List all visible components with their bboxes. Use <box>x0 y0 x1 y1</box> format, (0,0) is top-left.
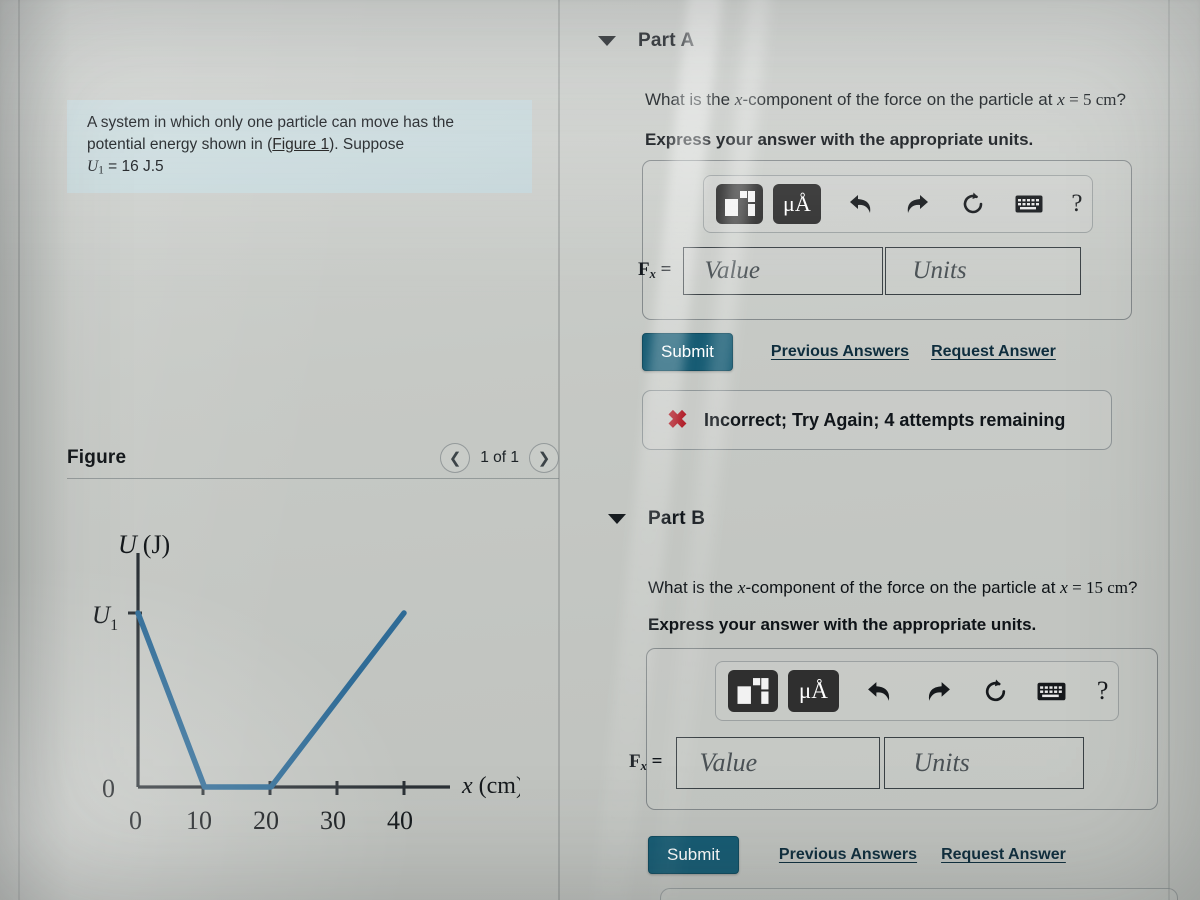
part-b-instruction: Express your answer with the appropriate… <box>648 615 1037 634</box>
part-a-submit-row: Submit Previous Answers Request Answer <box>642 333 1056 371</box>
help-icon-label: ? <box>1096 676 1109 705</box>
part-a-answer-label: Fx = <box>638 259 672 282</box>
template-matrix-icon[interactable] <box>716 184 764 224</box>
left-panel: A system in which only one particle can … <box>20 0 559 900</box>
chevron-left-icon[interactable]: ❮ <box>440 443 471 473</box>
chevron-right-icon[interactable]: ❯ <box>529 443 559 473</box>
y-tick-label-zero: 0 <box>102 774 115 803</box>
problem-u1-symbol: U1 <box>87 158 104 177</box>
part-b-label: Part B <box>648 508 706 529</box>
x-tick-label-20: 20 <box>253 806 279 835</box>
series-line-potential-energy <box>135 610 407 790</box>
part-a-question: What is the x-component of the force on … <box>645 90 1126 109</box>
figure-divider <box>67 478 559 480</box>
problem-line-1: A system in which only one particle can … <box>87 114 455 131</box>
part-a-submit-button[interactable]: Submit <box>642 333 733 371</box>
part-b-value-input[interactable]: Value <box>676 737 881 789</box>
figure-counter: 1 of 1 <box>480 449 519 466</box>
units-micro-angstrom-icon[interactable]: μÅ <box>773 184 821 224</box>
figure-1-link[interactable]: Figure 1 <box>272 136 329 153</box>
units-micro-angstrom-label: μÅ <box>783 191 811 216</box>
caret-down-icon[interactable] <box>598 36 616 46</box>
part-a-units-input[interactable]: Units <box>885 247 1082 295</box>
part-b-submit-row: Submit Previous Answers Request Answer <box>648 836 1066 874</box>
part-b-request-answer-link[interactable]: Request Answer <box>941 846 1066 864</box>
help-icon[interactable]: ? <box>1062 184 1092 224</box>
x-tick-label-40: 40 <box>387 806 413 835</box>
figure-navigation: ❮ 1 of 1 ❯ <box>440 443 559 473</box>
part-a-label: Part A <box>638 30 695 51</box>
x-axis-label: x (cm) <box>461 773 520 799</box>
undo-icon[interactable] <box>861 671 900 711</box>
part-a-value-input[interactable]: Value <box>683 247 884 295</box>
part-b-answer-row: Fx = Value Units <box>629 737 1085 789</box>
x-tick-label-10: 10 <box>186 806 212 835</box>
problem-line-2-pre: potential energy shown in ( <box>87 136 273 153</box>
part-b-answer-card: μÅ ? Fx = Value Units <box>629 648 1158 810</box>
y-axis-label: U (J) <box>118 535 170 559</box>
right-panel: Part A What is the x-component of the fo… <box>560 0 1200 900</box>
problem-statement: A system in which only one particle can … <box>67 100 532 194</box>
problem-line-2-post: ). Suppose <box>329 136 405 153</box>
part-a-feedback-text: Incorrect; Try Again; 4 attempts remaini… <box>703 409 1066 430</box>
help-icon-label: ? <box>1071 190 1083 217</box>
keyboard-icon[interactable] <box>1032 671 1071 711</box>
part-a-header[interactable]: Part A <box>598 30 694 52</box>
part-a-request-answer-link[interactable]: Request Answer <box>931 343 1056 361</box>
part-a-units-placeholder: Units <box>912 257 967 284</box>
part-a-answer-row: Fx = Value Units <box>638 247 1082 295</box>
units-micro-angstrom-icon[interactable]: μÅ <box>788 670 839 712</box>
part-b-header[interactable]: Part B <box>608 508 705 530</box>
part-b-units-input[interactable]: Units <box>884 737 1085 789</box>
undo-icon[interactable] <box>843 184 881 224</box>
potential-energy-graph: U (J) x (cm) U1 0 0 10 20 30 40 <box>80 535 520 845</box>
part-b-toolbar: μÅ ? <box>715 661 1119 721</box>
redo-icon[interactable] <box>898 184 936 224</box>
part-b-units-placeholder: Units <box>913 748 970 777</box>
part-b-value-placeholder: Value <box>699 748 758 777</box>
part-a-previous-answers-link[interactable]: Previous Answers <box>771 343 909 361</box>
template-matrix-glyph <box>724 191 755 216</box>
units-micro-angstrom-label: μÅ <box>798 678 828 703</box>
x-mark-icon: ✖ <box>667 405 688 434</box>
part-b-submit-button[interactable]: Submit <box>648 836 739 874</box>
template-matrix-glyph <box>737 677 769 704</box>
screenshot-root: A system in which only one particle can … <box>0 0 1200 900</box>
part-a-toolbar: μÅ ? <box>703 175 1093 233</box>
x-tick-label-0: 0 <box>129 806 142 835</box>
next-part-card-partial <box>660 888 1178 900</box>
figure-header: Figure ❮ 1 of 1 ❯ <box>67 443 559 473</box>
keyboard-icon[interactable] <box>1010 184 1048 224</box>
problem-u1-value: = 16 J.5 <box>103 158 164 175</box>
part-a-feedback: ✖ Incorrect; Try Again; 4 attempts remai… <box>642 390 1112 450</box>
x-tick-label-30: 30 <box>320 806 346 835</box>
reset-icon[interactable] <box>976 671 1015 711</box>
redo-icon[interactable] <box>919 671 958 711</box>
caret-down-icon[interactable] <box>608 514 626 524</box>
part-a-answer-card: μÅ ? Fx = Value Units <box>638 160 1132 320</box>
part-b-answer-label: Fx = <box>629 751 663 774</box>
figure-title: Figure <box>67 447 127 468</box>
help-icon[interactable]: ? <box>1087 671 1118 711</box>
reset-icon[interactable] <box>954 184 992 224</box>
graph-svg: U (J) x (cm) U1 0 0 10 20 30 40 <box>92 535 520 835</box>
part-a-value-placeholder: Value <box>704 257 760 284</box>
template-matrix-icon[interactable] <box>728 670 779 712</box>
y-tick-label-u1: U1 <box>92 602 118 634</box>
part-b-previous-answers-link[interactable]: Previous Answers <box>779 846 917 864</box>
part-a-instruction: Express your answer with the appropriate… <box>645 130 1034 149</box>
part-b-question: What is the x-component of the force on … <box>648 578 1138 597</box>
